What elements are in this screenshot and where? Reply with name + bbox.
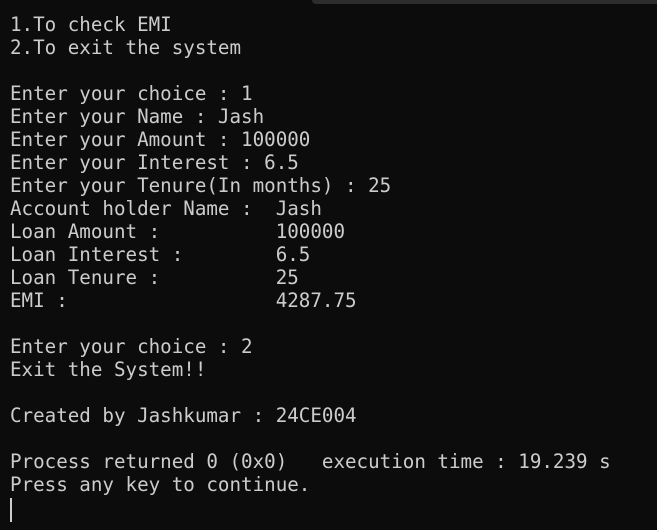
console-window[interactable]: 1.To check EMI 2.To exit the system Ente… (0, 0, 657, 530)
process-status-line: Process returned 0 (0x0) execution time … (10, 450, 611, 473)
tenure-prompt: Enter your Tenure(In months) : 25 (10, 174, 392, 197)
choice-prompt-2: Enter your choice : 2 (10, 335, 253, 358)
window-titlebar-edge (312, 0, 657, 4)
account-holder-output: Account holder Name : Jash (10, 197, 322, 220)
loan-amount-output: Loan Amount : 100000 (10, 220, 346, 243)
amount-prompt: Enter your Amount : 100000 (10, 128, 311, 151)
continue-prompt: Press any key to continue. (10, 473, 311, 496)
choice-prompt-1: Enter your choice : 1 (10, 82, 253, 105)
exit-message: Exit the System!! (10, 358, 207, 381)
text-cursor (10, 498, 12, 522)
menu-option-exit: 2.To exit the system (10, 36, 242, 59)
menu-option-check-emi: 1.To check EMI (10, 13, 172, 36)
emi-output: EMI : 4287.75 (10, 289, 357, 312)
loan-interest-output: Loan Interest : 6.5 (10, 243, 311, 266)
interest-prompt: Enter your Interest : 6.5 (10, 151, 299, 174)
name-prompt: Enter your Name : Jash (10, 105, 265, 128)
loan-tenure-output: Loan Tenure : 25 (10, 266, 299, 289)
cursor-line (10, 496, 657, 522)
created-by-line: Created by Jashkumar : 24CE004 (10, 404, 357, 427)
